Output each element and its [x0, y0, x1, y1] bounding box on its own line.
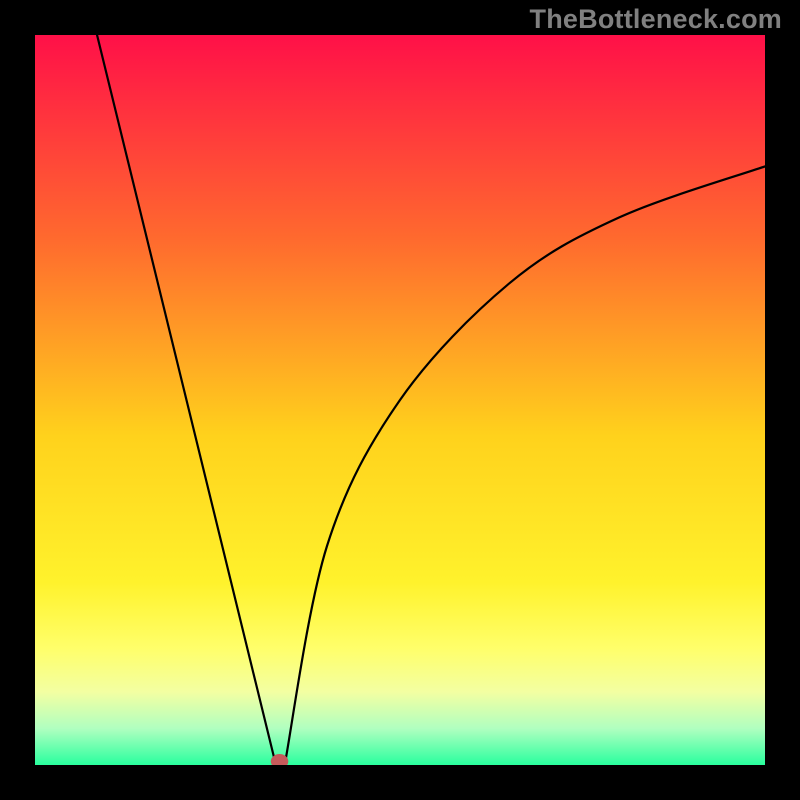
watermark-text: TheBottleneck.com	[530, 4, 782, 35]
chart-frame: TheBottleneck.com	[0, 0, 800, 800]
bottleneck-chart	[35, 35, 765, 765]
